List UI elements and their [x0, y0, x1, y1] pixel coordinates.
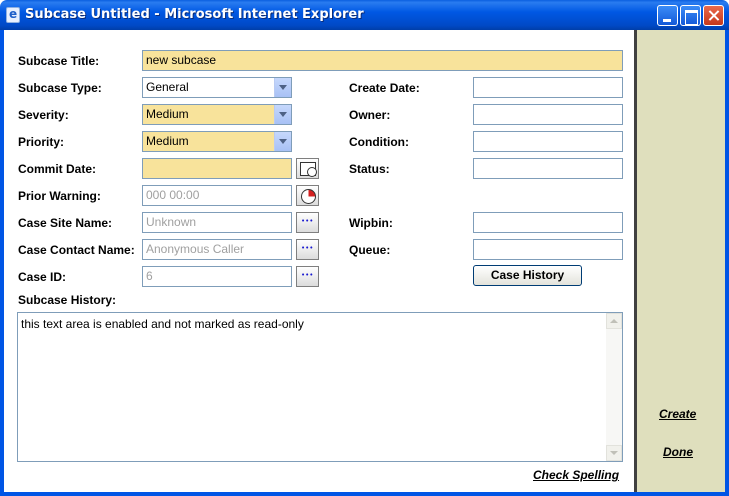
status-label: Status: [349, 162, 390, 176]
case-id-label: Case ID: [18, 270, 67, 284]
minimize-button[interactable] [657, 5, 678, 26]
commit-date-input[interactable] [142, 158, 292, 179]
internet-explorer-icon [6, 7, 20, 23]
severity-value: Medium [146, 107, 189, 121]
case-site-lookup-button[interactable] [296, 212, 319, 233]
create-date-label: Create Date: [349, 81, 420, 95]
window-frame-left [0, 30, 4, 496]
severity-label: Severity: [18, 108, 69, 122]
maximize-button[interactable] [680, 5, 701, 26]
check-spelling-link[interactable]: Check Spelling [533, 468, 619, 482]
case-contact-name-label: Case Contact Name: [18, 243, 135, 257]
subcase-title-label: Subcase Title: [18, 54, 100, 68]
subcase-history-text: this text area is enabled and not marked… [21, 317, 304, 331]
done-link[interactable]: Done [663, 445, 693, 459]
severity-select[interactable]: Medium [142, 104, 292, 125]
queue-input[interactable] [473, 239, 623, 260]
subcase-history-label: Subcase History: [18, 293, 117, 307]
calendar-icon[interactable] [296, 158, 319, 179]
case-contact-name-input: Anonymous Caller [142, 239, 292, 260]
queue-label: Queue: [349, 243, 391, 257]
create-link[interactable]: Create [659, 407, 696, 421]
case-site-name-label: Case Site Name: [18, 216, 113, 230]
textarea-scrollbar[interactable] [606, 313, 622, 461]
condition-input[interactable] [473, 131, 623, 152]
subcase-title-input[interactable]: new subcase [142, 50, 623, 71]
chevron-down-icon[interactable] [274, 78, 291, 97]
create-date-input[interactable] [473, 77, 623, 98]
window-title: Subcase Untitled - Microsoft Internet Ex… [25, 7, 364, 22]
owner-label: Owner: [349, 108, 391, 122]
priority-value: Medium [146, 134, 189, 148]
clock-icon[interactable] [296, 185, 319, 206]
case-id-lookup-button[interactable] [296, 266, 319, 287]
close-button[interactable] [703, 5, 724, 26]
case-site-name-input: Unknown [142, 212, 292, 233]
owner-input[interactable] [473, 104, 623, 125]
priority-select[interactable]: Medium [142, 131, 292, 152]
wipbin-input[interactable] [473, 212, 623, 233]
chevron-down-icon[interactable] [274, 132, 291, 151]
prior-warning-label: Prior Warning: [18, 189, 101, 203]
chevron-down-icon[interactable] [274, 105, 291, 124]
wipbin-label: Wipbin: [349, 216, 393, 230]
window-frame-right [725, 30, 729, 496]
subcase-type-value: General [146, 80, 189, 94]
window-frame-bottom [0, 492, 729, 496]
subcase-history-textarea[interactable]: this text area is enabled and not marked… [17, 312, 623, 462]
scroll-up-arrow-icon[interactable] [606, 313, 622, 329]
status-input[interactable] [473, 158, 623, 179]
case-history-button[interactable]: Case History [473, 265, 582, 286]
priority-label: Priority: [18, 135, 65, 149]
window-titlebar[interactable]: Subcase Untitled - Microsoft Internet Ex… [0, 0, 729, 30]
condition-label: Condition: [349, 135, 409, 149]
side-action-pane: Create Done [634, 30, 725, 492]
scroll-down-arrow-icon[interactable] [606, 445, 622, 461]
subcase-type-label: Subcase Type: [18, 81, 102, 95]
prior-warning-input[interactable]: 000 00:00 [142, 185, 292, 206]
case-contact-lookup-button[interactable] [296, 239, 319, 260]
subcase-type-select[interactable]: General [142, 77, 292, 98]
case-id-input: 6 [142, 266, 292, 287]
commit-date-label: Commit Date: [18, 162, 97, 176]
